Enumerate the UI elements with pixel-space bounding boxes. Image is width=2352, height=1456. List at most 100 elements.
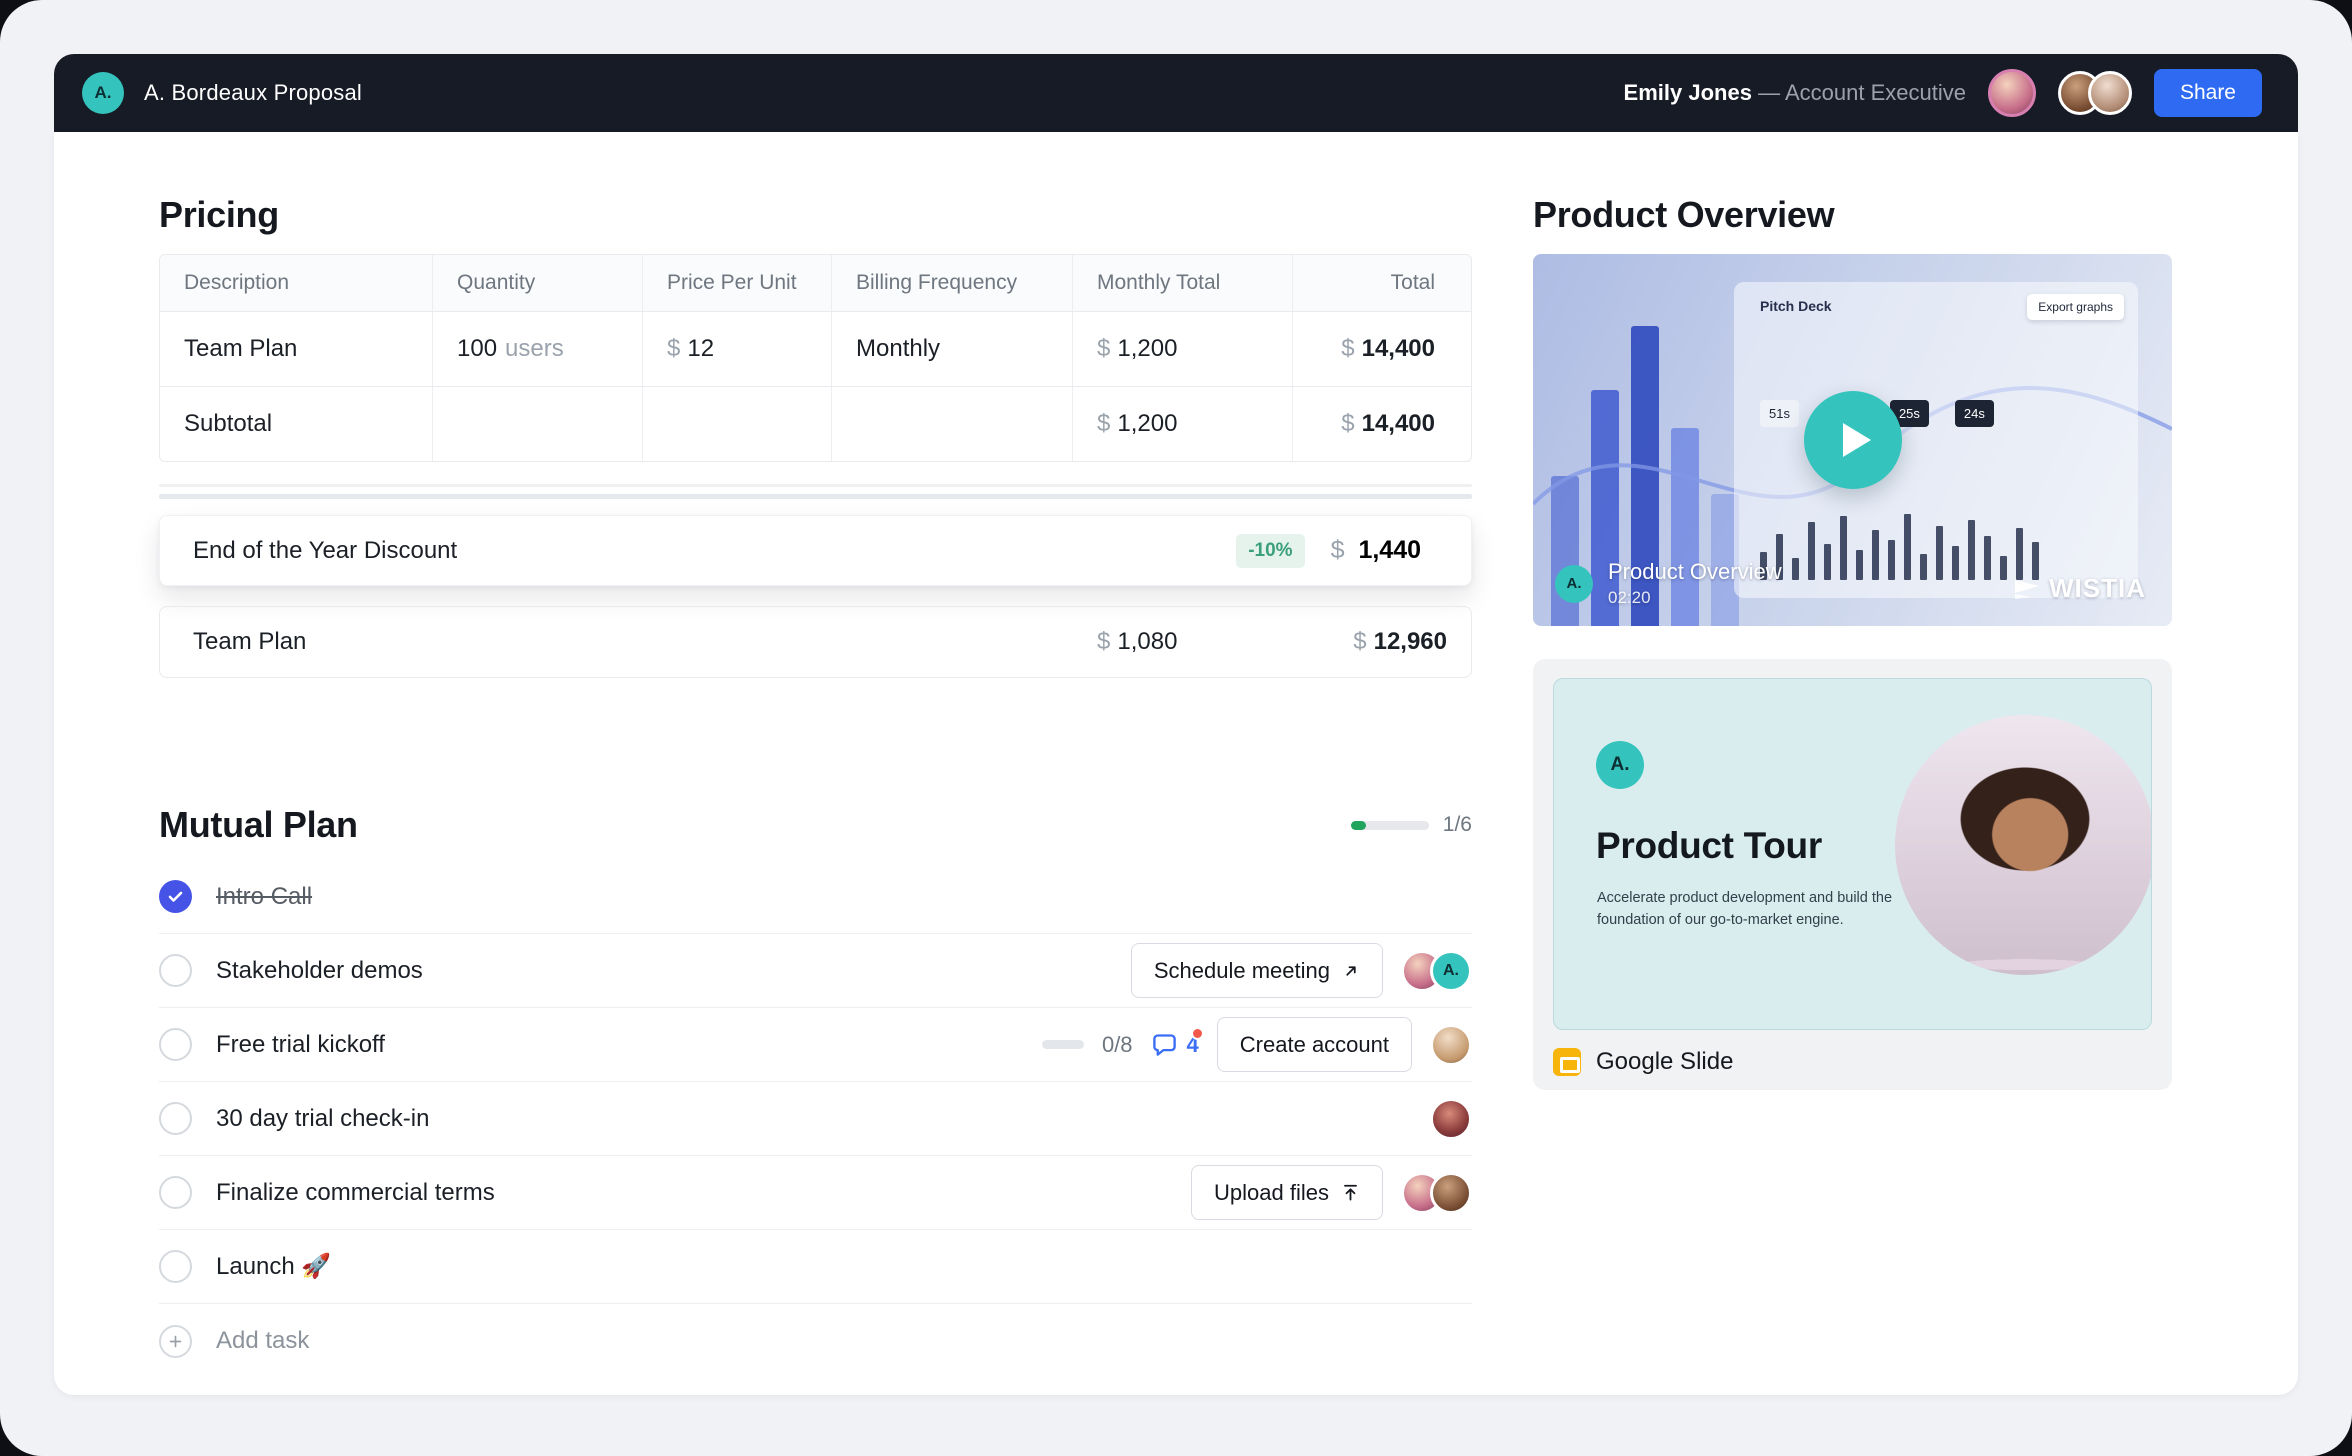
tour-description: Accelerate product development and build…: [1597, 887, 1897, 932]
cell-monthly-total: $ 1,080: [1073, 607, 1293, 677]
cell-description: Team Plan: [160, 607, 1073, 677]
top-bar-left: A. A. Bordeaux Proposal: [82, 72, 362, 114]
share-button[interactable]: Share: [2154, 69, 2262, 117]
discount-amount: $ 1,440: [1331, 536, 1421, 565]
video-thumbnail[interactable]: Pitch Deck Export graphs 51s 31s 25s 24s: [1533, 254, 2172, 626]
top-bar-right: Emily Jones — Account Executive Share: [1624, 69, 2262, 117]
price-value: 12: [687, 335, 714, 363]
discount-row: End of the Year Discount -10% $ 1,440: [159, 515, 1472, 586]
column-header-description: Description: [160, 255, 432, 311]
tour-avatar: A.: [1596, 741, 1644, 789]
checkbox-unchecked-icon[interactable]: [159, 1176, 192, 1209]
task-row[interactable]: Stakeholder demos Schedule meeting A.: [159, 934, 1472, 1008]
task-row[interactable]: Finalize commercial terms Upload files: [159, 1156, 1472, 1230]
currency-symbol: $: [1353, 628, 1366, 656]
cell-total: $ 12,960: [1293, 607, 1471, 677]
task-list: Intro Call Stakeholder demos Schedule me…: [159, 860, 1472, 1378]
subtask-progress-count: 0/8: [1102, 1032, 1133, 1058]
create-account-button[interactable]: Create account: [1217, 1017, 1412, 1072]
tour-photo: [1895, 715, 2152, 975]
avatar[interactable]: [1430, 1024, 1472, 1066]
mutual-plan-progress-count: 1/6: [1443, 813, 1472, 837]
cell-empty: [432, 387, 642, 461]
app-window: A. A. Bordeaux Proposal Emily Jones — Ac…: [0, 0, 2352, 1456]
currency-symbol: $: [1097, 628, 1110, 656]
proposal-avatar: A.: [82, 72, 124, 114]
avatar[interactable]: [1430, 1098, 1472, 1140]
avatar[interactable]: [1988, 69, 2036, 117]
proposal-document: Pricing Description Quantity Price Per U…: [54, 132, 2298, 1395]
google-slide-row[interactable]: Google Slide: [1553, 1048, 2152, 1076]
progress-fill: [1351, 821, 1366, 830]
cell-quantity[interactable]: 100 users: [432, 312, 642, 386]
video-avatar: A.: [1555, 565, 1593, 603]
mock-deck-label: Pitch Deck: [1760, 298, 1832, 314]
currency-symbol: $: [1331, 536, 1345, 564]
owner-info: Emily Jones — Account Executive: [1624, 80, 1966, 106]
cell-price[interactable]: $ 12: [642, 312, 831, 386]
mutual-plan-title: Mutual Plan: [159, 804, 1351, 846]
mock-chip: 24s: [1955, 400, 1994, 427]
comments-indicator[interactable]: 4: [1151, 1031, 1199, 1058]
avatar[interactable]: [1430, 1172, 1472, 1214]
top-bar: A. A. Bordeaux Proposal Emily Jones — Ac…: [54, 54, 2298, 132]
owner-role-label: Account Executive: [1785, 80, 1966, 105]
wistia-logo-icon: [2014, 578, 2040, 600]
product-overview-title: Product Overview: [1533, 194, 2172, 236]
checkbox-checked-icon[interactable]: [159, 880, 192, 913]
mock-chip: 51s: [1760, 400, 1799, 427]
task-label: Free trial kickoff: [216, 1031, 385, 1059]
add-task-row[interactable]: Add task: [159, 1304, 1472, 1378]
cell-description: Subtotal: [160, 387, 432, 461]
button-label: Upload files: [1214, 1180, 1329, 1206]
task-row[interactable]: Launch 🚀: [159, 1230, 1472, 1304]
discount-label: End of the Year Discount: [193, 537, 1236, 565]
column-header-monthly-total: Monthly Total: [1072, 255, 1292, 311]
product-tour-slide[interactable]: A. Product Tour Accelerate product devel…: [1553, 678, 2152, 1030]
checkbox-unchecked-icon[interactable]: [159, 954, 192, 987]
task-row[interactable]: Free trial kickoff 0/8 4 Create account: [159, 1008, 1472, 1082]
checkbox-unchecked-icon[interactable]: [159, 1028, 192, 1061]
cell-description: Team Plan: [160, 312, 432, 386]
schedule-meeting-button[interactable]: Schedule meeting: [1131, 943, 1383, 998]
mutual-plan-progress-bar: [1351, 821, 1429, 830]
avatar[interactable]: A.: [1430, 950, 1472, 992]
chat-icon: [1151, 1031, 1178, 1058]
column-header-price-per-unit: Price Per Unit: [642, 255, 831, 311]
owner-name: Emily Jones: [1624, 80, 1752, 105]
currency-symbol: $: [1097, 335, 1110, 363]
currency-symbol: $: [1097, 410, 1110, 438]
video-caption: A. Product Overview 02:20: [1555, 559, 1782, 608]
task-row[interactable]: Intro Call: [159, 860, 1472, 934]
owner-role: — Account Executive: [1758, 80, 1966, 105]
button-label: Schedule meeting: [1154, 958, 1330, 984]
total-value: 14,400: [1362, 335, 1435, 363]
plus-icon[interactable]: [159, 1325, 192, 1358]
checkbox-unchecked-icon[interactable]: [159, 1102, 192, 1135]
total-value: 14,400: [1362, 410, 1435, 438]
pricing-table: Description Quantity Price Per Unit Bill…: [159, 254, 1472, 462]
notification-dot: [1191, 1027, 1204, 1040]
cell-empty: [831, 387, 1072, 461]
mock-mini-chart: [1760, 506, 2116, 580]
task-label: 30 day trial check-in: [216, 1105, 429, 1133]
task-row[interactable]: 30 day trial check-in: [159, 1082, 1472, 1156]
product-overview-section: Product Overview Pitch Deck Export graph…: [1533, 194, 2172, 1090]
cell-billing[interactable]: Monthly: [831, 312, 1072, 386]
column-header-total: Total: [1292, 255, 1471, 311]
discount-value: 1,440: [1358, 536, 1421, 564]
monthly-total-value: 1,200: [1117, 335, 1177, 363]
video-caption-text: Product Overview 02:20: [1608, 559, 1782, 608]
avatar[interactable]: [2088, 71, 2132, 115]
assignee-avatars: A.: [1401, 950, 1472, 992]
checkbox-unchecked-icon[interactable]: [159, 1250, 192, 1283]
play-button[interactable]: [1804, 391, 1902, 489]
pricing-section: Pricing Description Quantity Price Per U…: [159, 194, 1472, 1378]
tour-title: Product Tour: [1596, 825, 1822, 867]
cell-empty: [642, 387, 831, 461]
upload-files-button[interactable]: Upload files: [1191, 1165, 1383, 1220]
cell-monthly-total: $ 1,200: [1072, 312, 1292, 386]
quantity-value: 100: [457, 335, 497, 363]
quantity-unit: users: [505, 335, 564, 363]
dashboard-mock-panel: Pitch Deck Export graphs 51s 31s 25s 24s: [1734, 282, 2138, 598]
